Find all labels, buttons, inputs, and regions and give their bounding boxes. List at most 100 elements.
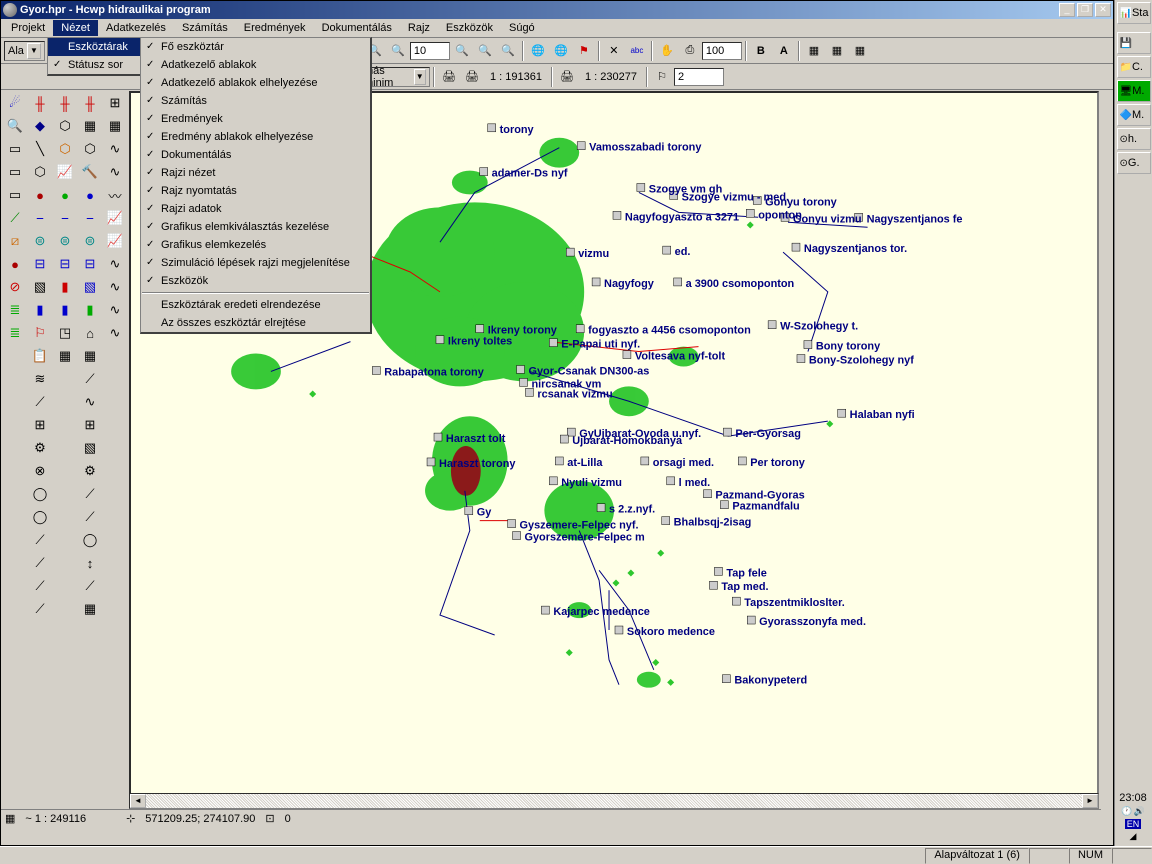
tool-d3[interactable]: ⬡ <box>79 138 101 160</box>
tool-a3[interactable]: ▭ <box>4 138 26 160</box>
flag2-icon[interactable]: ⚐ <box>651 66 673 88</box>
print2-icon[interactable]: 🖨 <box>461 66 483 88</box>
tool-b2[interactable]: ◆ <box>29 115 51 137</box>
tool-b21[interactable]: ⟋ <box>29 552 51 574</box>
mi-footer-1[interactable]: Az összes eszköztár elrejtése <box>141 314 370 332</box>
tool-c11[interactable]: ◳ <box>54 322 76 344</box>
bold-icon[interactable]: B <box>750 40 772 62</box>
palette1-icon[interactable]: ▦ <box>803 40 825 62</box>
tool-c8[interactable]: ⊟ <box>54 253 76 275</box>
tool-d9[interactable]: ▧ <box>79 276 101 298</box>
task-btn-3[interactable]: 🖥M. <box>1117 80 1151 102</box>
tool-e3[interactable]: ∿ <box>104 138 126 160</box>
tool-b22[interactable]: ⟋ <box>29 575 51 597</box>
tool-d20[interactable]: ◯ <box>79 529 101 551</box>
mi-footer-0[interactable]: Eszköztárak eredeti elrendezése <box>141 296 370 314</box>
menu-nezet[interactable]: Nézet <box>53 20 98 36</box>
mi-toolbar-12[interactable]: ✓Szimuláció lépések rajzi megjelenítése <box>141 254 370 272</box>
tool-a9[interactable]: ⊘ <box>4 276 26 298</box>
mi-toolbar-11[interactable]: ✓Grafikus elemkezelés <box>141 236 370 254</box>
tool-b4[interactable]: ⬡ <box>29 161 51 183</box>
tool-a7[interactable]: ⧄ <box>4 230 26 252</box>
mi-toolbar-7[interactable]: ✓Rajzi nézet <box>141 164 370 182</box>
tool-e9[interactable]: ∿ <box>104 276 126 298</box>
h-scrollbar[interactable]: ◄ ► <box>129 793 1099 809</box>
tool-b14[interactable]: ⟋ <box>29 391 51 413</box>
minimize-button[interactable]: _ <box>1059 3 1075 17</box>
tool-b10[interactable]: ▮ <box>29 299 51 321</box>
tool-c7[interactable]: ⊜ <box>54 230 76 252</box>
tool-b19[interactable]: ◯ <box>29 506 51 528</box>
close-button[interactable]: ✕ <box>1095 3 1111 17</box>
scroll-left-button[interactable]: ◄ <box>130 794 146 808</box>
scroll-right-button[interactable]: ► <box>1082 794 1098 808</box>
abc-icon[interactable]: abc <box>626 40 648 62</box>
palette3-icon[interactable]: ▦ <box>849 40 871 62</box>
tool-d2[interactable]: ▦ <box>79 115 101 137</box>
tool-c2[interactable]: ⬡ <box>54 115 76 137</box>
tool-b16[interactable]: ⚙ <box>29 437 51 459</box>
tool-b3[interactable]: ╲ <box>29 138 51 160</box>
tool-a4[interactable]: ▭ <box>4 161 26 183</box>
tool-b18[interactable]: ◯ <box>29 483 51 505</box>
globe-refresh-icon[interactable]: 🌐 <box>527 40 549 62</box>
tool-e11[interactable]: ∿ <box>104 322 126 344</box>
task-btn-6[interactable]: ⊙G. <box>1117 152 1151 174</box>
tool-a8[interactable]: ● <box>4 253 26 275</box>
menu-szamitas[interactable]: Számítás <box>174 20 236 36</box>
menu-dokumentalas[interactable]: Dokumentálás <box>314 20 400 36</box>
zoom-value-input[interactable] <box>410 42 450 60</box>
tool-d16[interactable]: ▧ <box>79 437 101 459</box>
tool-c12[interactable]: ▦ <box>54 345 76 367</box>
tool-d21[interactable]: ↕ <box>79 552 101 574</box>
tool-c1[interactable]: ╫ <box>54 92 76 114</box>
tool-e5[interactable]: 〰 <box>104 184 126 206</box>
tool-d14[interactable]: ∿ <box>79 391 101 413</box>
palette2-icon[interactable]: ▦ <box>826 40 848 62</box>
tool-d10[interactable]: ▮ <box>79 299 101 321</box>
tool-d6[interactable]: ⎯ <box>79 207 101 229</box>
tool-c6[interactable]: ⎯ <box>54 207 76 229</box>
tool-b1[interactable]: ╫ <box>29 92 51 114</box>
tool-a6[interactable]: ⟋ <box>4 207 26 229</box>
task-btn-1[interactable]: 💾 <box>1117 32 1151 54</box>
mi-toolbar-9[interactable]: ✓Rajzi adatok <box>141 200 370 218</box>
font-icon[interactable]: A <box>773 40 795 62</box>
tool-b6[interactable]: ⎯ <box>29 207 51 229</box>
tool-b5[interactable]: ● <box>29 184 51 206</box>
tool-d8[interactable]: ⊟ <box>79 253 101 275</box>
tool-c10[interactable]: ▮ <box>54 299 76 321</box>
tool-e4[interactable]: ∿ <box>104 161 126 183</box>
tool-e6[interactable]: 📈 <box>104 207 126 229</box>
flag-icon[interactable]: ⚑ <box>573 40 595 62</box>
tool-d18[interactable]: ⟋ <box>79 483 101 505</box>
mi-toolbar-8[interactable]: ✓Rajz nyomtatás <box>141 182 370 200</box>
tool-d7[interactable]: ⊜ <box>79 230 101 252</box>
mi-toolbar-4[interactable]: ✓Eredmények <box>141 110 370 128</box>
combo-ala[interactable]: Ala▼ <box>4 41 45 61</box>
tool-b7[interactable]: ⊜ <box>29 230 51 252</box>
tool-d17[interactable]: ⚙ <box>79 460 101 482</box>
task-btn-0[interactable]: 📊Sta <box>1117 2 1151 24</box>
tool-b12[interactable]: 📋 <box>29 345 51 367</box>
tool-a11[interactable]: ≣ <box>4 322 26 344</box>
mi-toolbar-3[interactable]: ✓Számítás <box>141 92 370 110</box>
menu-eredmenyek[interactable]: Eredmények <box>236 20 314 36</box>
tool-b17[interactable]: ⊗ <box>29 460 51 482</box>
tool-e2[interactable]: ▦ <box>104 115 126 137</box>
mi-toolbar-6[interactable]: ✓Dokumentálás <box>141 146 370 164</box>
tool-e8[interactable]: ∿ <box>104 253 126 275</box>
maximize-button[interactable]: ❐ <box>1077 3 1093 17</box>
print-scale-icon[interactable]: ⎙ <box>679 40 701 62</box>
tool-b8[interactable]: ⊟ <box>29 253 51 275</box>
tool-e7[interactable]: 📈 <box>104 230 126 252</box>
tool-a5[interactable]: ▭ <box>4 184 26 206</box>
tool-d4[interactable]: 🔨 <box>79 161 101 183</box>
tool-b23[interactable]: ⟋ <box>29 598 51 620</box>
tool-c5[interactable]: ● <box>54 184 76 206</box>
tool-d13[interactable]: ⟋ <box>79 368 101 390</box>
menu-rajz[interactable]: Rajz <box>400 20 438 36</box>
task-btn-2[interactable]: 📁C. <box>1117 56 1151 78</box>
mi-toolbar-10[interactable]: ✓Grafikus elemkiválasztás kezelése <box>141 218 370 236</box>
tool-e10[interactable]: ∿ <box>104 299 126 321</box>
